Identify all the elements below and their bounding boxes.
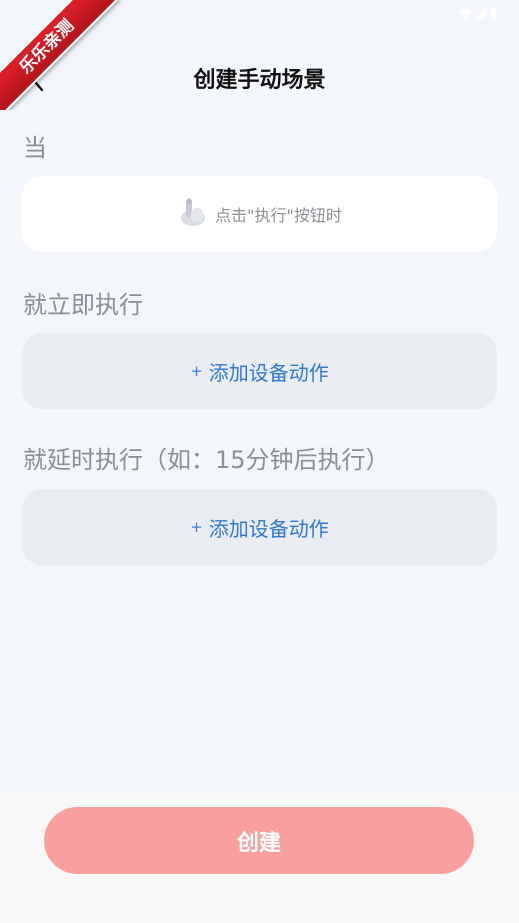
watermark-ribbon: 乐乐亲测 xyxy=(0,0,120,110)
when-label: 当 xyxy=(23,134,47,162)
plus-icon: + xyxy=(190,518,203,536)
signal-icon xyxy=(476,4,486,23)
delayed-label: 就延时执行（如：15分钟后执行） xyxy=(23,446,390,474)
trigger-card: 点击"执行"按钮时 xyxy=(22,176,497,252)
immediate-label: 就立即执行 xyxy=(23,291,143,319)
plus-icon: + xyxy=(190,362,203,380)
add-delayed-action-button[interactable]: + 添加设备动作 xyxy=(22,489,497,565)
add-immediate-action-button[interactable]: + 添加设备动作 xyxy=(22,333,497,409)
wifi-icon xyxy=(458,4,472,23)
add-action-label: 添加设备动作 xyxy=(208,360,329,385)
watermark: 乐乐亲测 xyxy=(0,0,130,110)
create-button[interactable]: 创建 xyxy=(44,807,474,874)
add-action-label: 添加设备动作 xyxy=(208,516,329,541)
hand-tap-icon xyxy=(177,196,207,232)
battery-icon xyxy=(490,4,497,23)
trigger-text: 点击"执行"按钮时 xyxy=(215,206,342,225)
status-icons xyxy=(458,4,497,23)
